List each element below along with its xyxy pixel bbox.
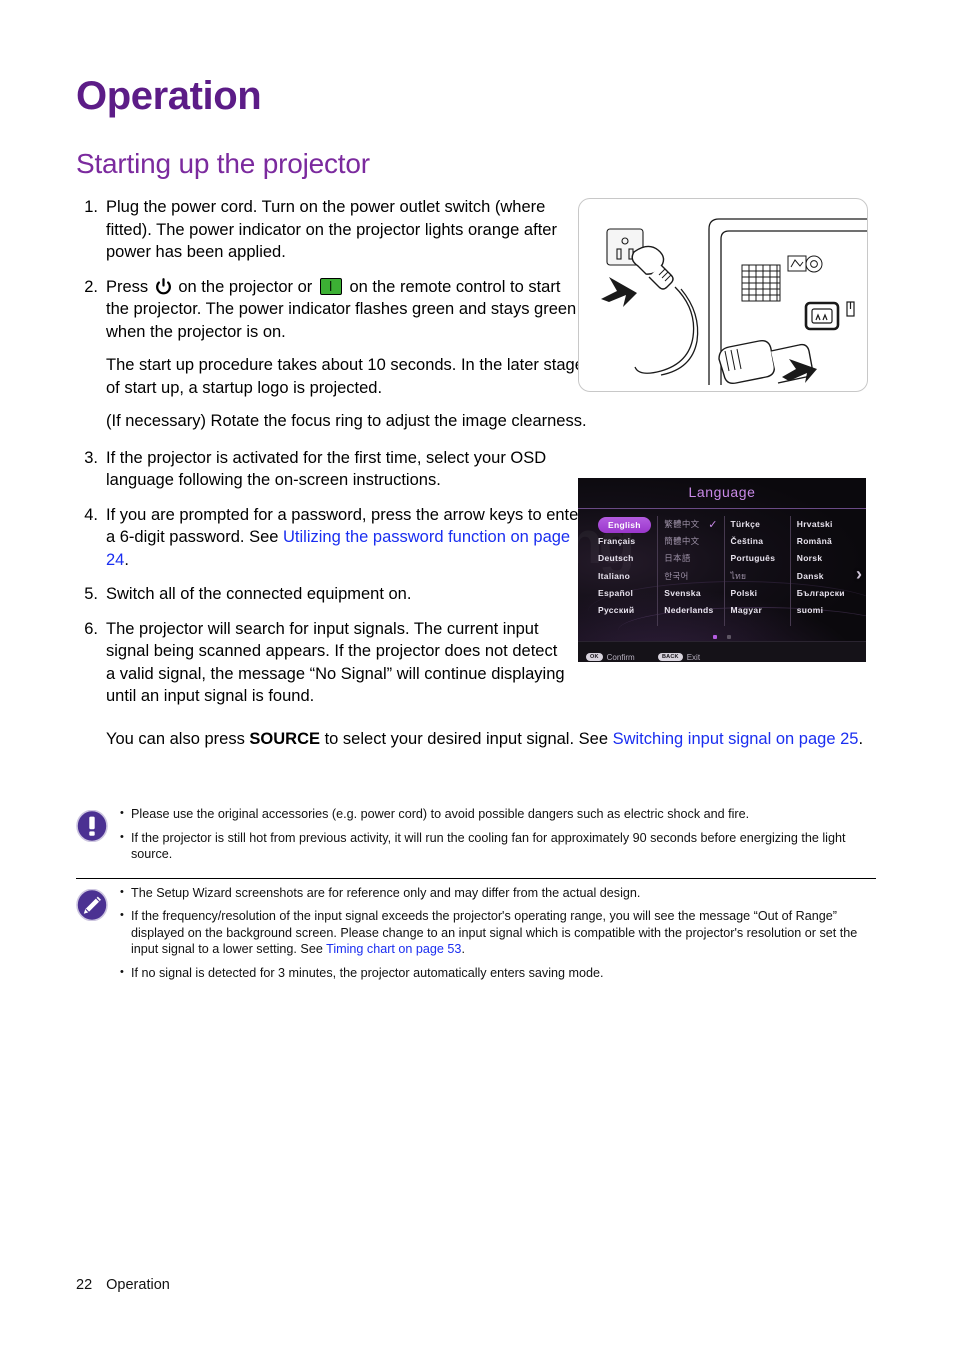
step-text: Press on the projector or on the remote …: [106, 276, 587, 433]
footer-chapter-name: Operation: [106, 1277, 170, 1293]
power-icon: [155, 277, 172, 295]
back-key-badge: BACK: [658, 653, 683, 661]
osd-exit-label: Exit: [686, 653, 701, 662]
osd-language-item[interactable]: Dansk: [797, 568, 856, 585]
osd-language-item[interactable]: Svenska: [664, 585, 723, 602]
osd-language-item[interactable]: Български: [797, 585, 856, 602]
remote-power-button-icon: [319, 277, 342, 295]
step-2-text-b: on the projector or: [178, 277, 313, 296]
step-number: 1.: [84, 198, 98, 216]
osd-language-item[interactable]: Magyar: [731, 602, 790, 619]
step-6-wrap-top: The projector will search for input sign…: [106, 618, 566, 708]
manual-page: Operation Starting up the projector 1. P…: [0, 0, 954, 1350]
link-switching-input-signal[interactable]: Switching input signal on page 25: [613, 730, 859, 748]
tip-note-list: The Setup Wizard screenshots are for ref…: [120, 884, 876, 989]
note-item-text-a: If the frequency/resolution of the input…: [131, 909, 858, 956]
osd-language-item[interactable]: ไทย: [731, 568, 790, 585]
note-item: If no signal is detected for 3 minutes, …: [120, 964, 876, 982]
osd-language-item[interactable]: 日本語: [664, 550, 723, 567]
osd-title-divider: [578, 508, 866, 509]
section-title: Starting up the projector: [76, 148, 370, 179]
osd-language-item[interactable]: Polski: [731, 585, 790, 602]
source-button-name: SOURCE: [249, 730, 320, 748]
step-4-text-b: .: [124, 550, 129, 569]
note-item: Please use the original accessories (e.g…: [120, 805, 876, 823]
osd-language-item[interactable]: Hrvatski: [797, 516, 856, 533]
osd-language-item[interactable]: Português: [731, 550, 790, 567]
footer-page-number: 22: [76, 1277, 93, 1293]
figure-power-cord-connection: [578, 198, 868, 392]
osd-language-item-selected[interactable]: English: [598, 516, 651, 533]
step-6-sub-c: .: [858, 730, 864, 748]
osd-language-grid: English Français Deutsch Italiano Españo…: [592, 516, 856, 626]
step-number: 6.: [84, 619, 98, 638]
step-6-sub-a: You can also press: [106, 730, 250, 748]
osd-language-item[interactable]: Türkçe: [731, 516, 790, 533]
osd-language-column-1: English Français Deutsch Italiano Españo…: [592, 516, 657, 626]
step-text: Plug the power cord. Turn on the power o…: [106, 198, 557, 261]
pencil-icon: [76, 885, 120, 989]
chevron-right-icon[interactable]: ›: [856, 564, 862, 585]
osd-title: Language: [688, 484, 756, 500]
ok-key-badge: OK: [586, 653, 603, 661]
osd-language-item[interactable]: Română: [797, 533, 856, 550]
step-number: 4.: [84, 505, 98, 524]
page-title: Operation: [76, 74, 262, 118]
note-item: If the frequency/resolution of the input…: [120, 907, 876, 958]
osd-language-item[interactable]: Español: [598, 585, 657, 602]
osd-language-column-3: Türkçe Čeština Português ไทย Polski Magy…: [723, 516, 790, 626]
notes-area: Please use the original accessories (e.g…: [76, 800, 876, 996]
osd-language-item[interactable]: 한국어: [664, 568, 723, 585]
step-2-sub-1: The start up procedure takes about 10 se…: [106, 356, 584, 397]
osd-exit-hint: BACK Exit: [658, 647, 700, 662]
tip-note-block: The Setup Wizard screenshots are for ref…: [76, 879, 876, 997]
osd-page-dot-2[interactable]: [727, 635, 732, 639]
step-6-sub-b: to select your desired input signal. See: [320, 730, 613, 748]
step-text: If you are prompted for a password, pres…: [106, 504, 584, 572]
osd-confirm-hint: OK Confirm: [586, 647, 635, 662]
note-item-text-b: .: [461, 942, 465, 956]
step-2-text-a: Press: [106, 277, 149, 296]
warning-note-block: Please use the original accessories (e.g…: [76, 800, 876, 878]
step-number: 3.: [84, 448, 98, 467]
exclamation-icon: [76, 806, 120, 870]
link-timing-chart[interactable]: Timing chart on page 53: [326, 942, 461, 956]
step-text: If the projector is activated for the fi…: [106, 448, 547, 490]
osd-language-item[interactable]: Čeština: [731, 533, 790, 550]
osd-language-item[interactable]: Русский: [598, 602, 657, 619]
page-footer: 22 Operation: [76, 1277, 170, 1293]
osd-language-item[interactable]: suomi: [797, 602, 856, 619]
osd-language-column-2: ✓ 繁體中文 簡體中文 日本語 한국어 Svenska Nederlands: [657, 516, 723, 626]
osd-language-item[interactable]: Italiano: [598, 568, 657, 585]
note-item: If the projector is still hot from previ…: [120, 829, 876, 863]
step-text: Switch all of the connected equipment on…: [106, 585, 412, 603]
figure-osd-language-screen: ng Language English Français Deutsch Ita…: [578, 478, 866, 662]
osd-language-item[interactable]: Français: [598, 533, 657, 550]
step-number: 5.: [84, 585, 98, 603]
note-item: The Setup Wizard screenshots are for ref…: [120, 884, 876, 902]
warning-note-list: Please use the original accessories (e.g…: [120, 805, 876, 870]
step-6-continued: You can also press SOURCE to select your…: [106, 728, 881, 751]
step-2-sub-2: (If necessary) Rotate the focus ring to …: [106, 412, 587, 430]
osd-confirm-label: Confirm: [606, 653, 635, 662]
step-6-text: The projector will search for input sign…: [106, 619, 565, 706]
power-cord-illustration: [601, 218, 867, 385]
check-icon: ✓: [708, 519, 718, 531]
osd-language-item[interactable]: Deutsch: [598, 550, 657, 567]
osd-language-column-4: Hrvatski Română Norsk Dansk Български su…: [789, 516, 856, 626]
step-number: 2.: [84, 277, 98, 296]
osd-language-item[interactable]: Norsk: [797, 550, 856, 567]
osd-language-item[interactable]: Nederlands: [664, 602, 723, 619]
osd-page-dot-1[interactable]: [712, 635, 717, 639]
osd-footer-bar: OK Confirm BACK Exit: [578, 641, 866, 662]
osd-language-item[interactable]: 簡體中文: [664, 533, 723, 550]
